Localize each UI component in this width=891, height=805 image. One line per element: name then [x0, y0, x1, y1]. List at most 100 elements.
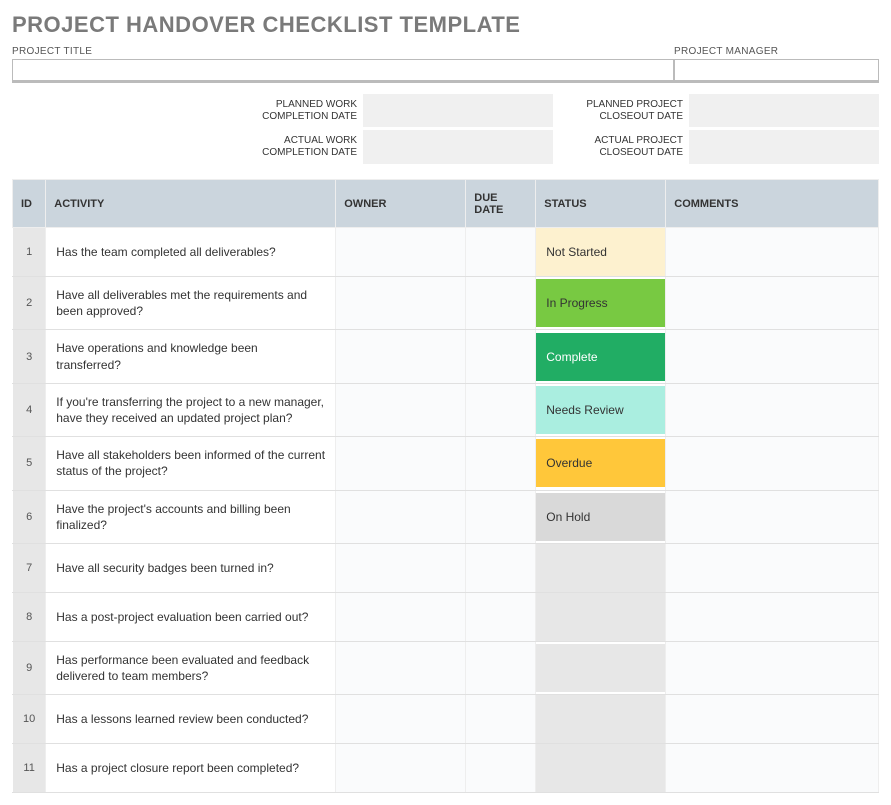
row-comments[interactable]: [666, 695, 879, 744]
row-comments[interactable]: [666, 383, 879, 436]
project-manager-input[interactable]: [674, 59, 879, 83]
row-activity: Has a post-project evaluation been carri…: [46, 592, 336, 641]
row-id: 2: [13, 277, 46, 330]
table-row: 3Have operations and knowledge been tran…: [13, 330, 879, 383]
row-due[interactable]: [466, 437, 536, 490]
row-owner[interactable]: [336, 744, 466, 793]
header-id: ID: [13, 180, 46, 228]
row-status-cell[interactable]: [536, 543, 666, 592]
row-comments[interactable]: [666, 330, 879, 383]
status-value[interactable]: [536, 544, 665, 592]
row-id: 6: [13, 490, 46, 543]
status-value[interactable]: Overdue: [536, 439, 665, 487]
row-owner[interactable]: [336, 330, 466, 383]
row-status-cell[interactable]: Not Started: [536, 228, 666, 277]
row-comments[interactable]: [666, 744, 879, 793]
row-due[interactable]: [466, 490, 536, 543]
status-value[interactable]: Needs Review: [536, 386, 665, 434]
row-comments[interactable]: [666, 592, 879, 641]
checklist-table: ID ACTIVITY OWNER DUE DATE STATUS COMMEN…: [12, 179, 879, 793]
row-comments[interactable]: [666, 490, 879, 543]
row-comments[interactable]: [666, 277, 879, 330]
row-owner[interactable]: [336, 641, 466, 694]
row-status-cell[interactable]: In Progress: [536, 277, 666, 330]
row-comments[interactable]: [666, 641, 879, 694]
actual-closeout-label: ACTUAL PROJECT CLOSEOUT DATE: [553, 135, 683, 159]
row-id: 8: [13, 592, 46, 641]
row-status-cell[interactable]: Complete: [536, 330, 666, 383]
row-id: 1: [13, 228, 46, 277]
project-title-input[interactable]: [12, 59, 674, 83]
top-fields: PROJECT TITLE PROJECT MANAGER: [12, 46, 879, 83]
row-status-cell[interactable]: On Hold: [536, 490, 666, 543]
row-status-cell[interactable]: [536, 695, 666, 744]
table-row: 1Has the team completed all deliverables…: [13, 228, 879, 277]
row-id: 4: [13, 383, 46, 436]
row-due[interactable]: [466, 695, 536, 744]
row-due[interactable]: [466, 228, 536, 277]
row-status-cell[interactable]: Needs Review: [536, 383, 666, 436]
row-activity: If you're transferring the project to a …: [46, 383, 336, 436]
row-owner[interactable]: [336, 228, 466, 277]
row-owner[interactable]: [336, 695, 466, 744]
row-due[interactable]: [466, 330, 536, 383]
row-due[interactable]: [466, 641, 536, 694]
row-status-cell[interactable]: Overdue: [536, 437, 666, 490]
closeout-dates-group: PLANNED PROJECT CLOSEOUT DATE ACTUAL PRO…: [553, 93, 879, 165]
row-due[interactable]: [466, 543, 536, 592]
table-row: 7Have all security badges been turned in…: [13, 543, 879, 592]
row-activity: Have all stakeholders been informed of t…: [46, 437, 336, 490]
row-owner[interactable]: [336, 543, 466, 592]
status-value[interactable]: Complete: [536, 333, 665, 381]
planned-work-input[interactable]: [363, 94, 553, 128]
row-status-cell[interactable]: [536, 641, 666, 694]
page-title: PROJECT HANDOVER CHECKLIST TEMPLATE: [12, 12, 879, 38]
row-activity: Have operations and knowledge been trans…: [46, 330, 336, 383]
planned-work-label: PLANNED WORK COMPLETION DATE: [227, 99, 357, 123]
work-dates-group: PLANNED WORK COMPLETION DATE ACTUAL WORK…: [227, 93, 553, 165]
actual-closeout-input[interactable]: [689, 130, 879, 164]
table-row: 9Has performance been evaluated and feed…: [13, 641, 879, 694]
row-activity: Has a project closure report been comple…: [46, 744, 336, 793]
row-owner[interactable]: [336, 437, 466, 490]
project-title-field: PROJECT TITLE: [12, 46, 674, 83]
row-status-cell[interactable]: [536, 744, 666, 793]
row-due[interactable]: [466, 592, 536, 641]
row-id: 3: [13, 330, 46, 383]
row-comments[interactable]: [666, 437, 879, 490]
table-row: 10Has a lessons learned review been cond…: [13, 695, 879, 744]
status-value[interactable]: Not Started: [536, 228, 665, 276]
planned-closeout-input[interactable]: [689, 94, 879, 128]
row-id: 11: [13, 744, 46, 793]
status-value[interactable]: [536, 593, 665, 641]
row-comments[interactable]: [666, 228, 879, 277]
row-id: 5: [13, 437, 46, 490]
row-id: 7: [13, 543, 46, 592]
table-row: 11Has a project closure report been comp…: [13, 744, 879, 793]
table-row: 2Have all deliverables met the requireme…: [13, 277, 879, 330]
project-title-label: PROJECT TITLE: [12, 46, 674, 57]
planned-closeout-label: PLANNED PROJECT CLOSEOUT DATE: [553, 99, 683, 123]
header-activity: ACTIVITY: [46, 180, 336, 228]
row-owner[interactable]: [336, 383, 466, 436]
row-due[interactable]: [466, 383, 536, 436]
actual-work-input[interactable]: [363, 130, 553, 164]
table-row: 5Have all stakeholders been informed of …: [13, 437, 879, 490]
row-status-cell[interactable]: [536, 592, 666, 641]
row-comments[interactable]: [666, 543, 879, 592]
table-row: 4If you're transferring the project to a…: [13, 383, 879, 436]
row-owner[interactable]: [336, 277, 466, 330]
row-owner[interactable]: [336, 592, 466, 641]
row-id: 10: [13, 695, 46, 744]
status-value[interactable]: [536, 644, 665, 692]
status-value[interactable]: [536, 695, 665, 743]
row-activity: Have the project's accounts and billing …: [46, 490, 336, 543]
row-activity: Have all security badges been turned in?: [46, 543, 336, 592]
planned-closeout-field: PLANNED PROJECT CLOSEOUT DATE: [553, 93, 879, 129]
status-value[interactable]: In Progress: [536, 279, 665, 327]
row-due[interactable]: [466, 277, 536, 330]
status-value[interactable]: On Hold: [536, 493, 665, 541]
status-value[interactable]: [536, 744, 665, 792]
row-owner[interactable]: [336, 490, 466, 543]
row-due[interactable]: [466, 744, 536, 793]
